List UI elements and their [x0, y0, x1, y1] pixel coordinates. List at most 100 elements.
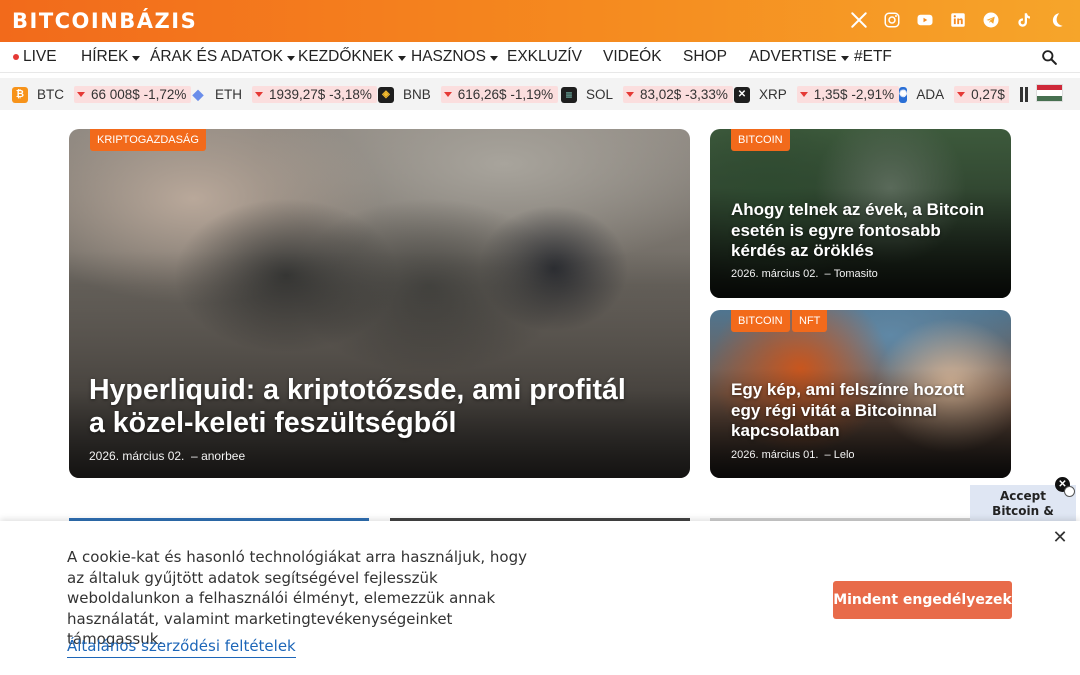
- cardano-icon: ✺: [899, 86, 908, 103]
- down-arrow-icon: [77, 92, 85, 97]
- nav-label: KEZDŐKNEK: [298, 48, 394, 65]
- ticker-item-xrp[interactable]: ✕ XRP 1,35$ -2,91%: [734, 85, 900, 104]
- ticker-price: 66 008$: [91, 87, 140, 102]
- chevron-down-icon: [132, 55, 141, 61]
- ticker-item-btc[interactable]: ₿ BTC 66 008$ -1,72%: [12, 85, 192, 104]
- ticker-symbol: BTC: [37, 87, 64, 102]
- ticker-change: 1939,27$ -3,18%: [252, 86, 377, 103]
- social-links: [848, 9, 1068, 31]
- ticker-change: 66 008$ -1,72%: [74, 86, 192, 103]
- nav-item-kezdoknek[interactable]: KEZDŐKNEK: [298, 48, 406, 66]
- chevron-down-icon: [840, 55, 849, 61]
- ticker-item-sol[interactable]: ≡ SOL 83,02$ -3,33%: [561, 85, 733, 104]
- youtube-icon[interactable]: [914, 9, 936, 31]
- ticker-percent: -3,18%: [329, 87, 372, 102]
- article-date: 2026. március 02.: [89, 449, 185, 463]
- ticker-price: 0,27$: [971, 87, 1005, 102]
- live-dot-icon: [13, 54, 19, 60]
- ticker-item-bnb[interactable]: ◈ BNB 616,26$ -1,19%: [378, 85, 559, 104]
- down-arrow-icon: [255, 92, 263, 97]
- nav-live[interactable]: LIVE: [13, 48, 57, 66]
- ticker-price: 1939,27$: [269, 87, 326, 102]
- article-meta: 2026. március 02. – anorbee: [89, 449, 246, 463]
- nav-item-videok[interactable]: VIDEÓK: [603, 48, 662, 66]
- dark-mode-icon[interactable]: [1046, 9, 1068, 31]
- chevron-down-icon: [489, 55, 498, 61]
- nav-item-shop[interactable]: SHOP: [683, 48, 727, 66]
- nav-item-hasznos[interactable]: HASZNOS: [411, 48, 498, 66]
- nav-item-etf[interactable]: #ETF: [854, 48, 892, 66]
- down-arrow-icon: [626, 92, 635, 97]
- cookie-banner: A cookie-kat és hasonló technológiákat a…: [0, 521, 1080, 675]
- down-arrow-icon: [443, 92, 452, 97]
- article-author[interactable]: Tomasito: [834, 268, 878, 280]
- category-badge[interactable]: BITCOIN: [731, 310, 790, 332]
- accept-all-button[interactable]: Mindent engedélyezek: [833, 581, 1012, 619]
- solana-icon: ≡: [561, 86, 577, 103]
- nav-item-advertise[interactable]: ADVERTISE: [749, 48, 849, 66]
- article-title[interactable]: Ahogy telnek az évek, a Bitcoin esetén i…: [731, 200, 996, 262]
- side-article-card[interactable]: BITCOIN Ahogy telnek az évek, a Bitcoin …: [710, 129, 1011, 298]
- tiktok-icon[interactable]: [1013, 9, 1035, 31]
- ticker-symbol: ADA: [916, 87, 945, 102]
- cookie-text: A cookie-kat és hasonló technológiákat a…: [67, 548, 528, 648]
- article-date: 2026. március 02.: [731, 268, 819, 280]
- nav-label: HASZNOS: [411, 48, 486, 65]
- ticker-change: 0,27$ -3: [954, 86, 1009, 103]
- nav-item-exkluziv[interactable]: EXKLUZÍV: [507, 48, 582, 66]
- chevron-down-icon: [397, 55, 406, 61]
- telegram-icon[interactable]: [980, 9, 1002, 31]
- ticker-item-ada[interactable]: ✺ ADA 0,27$ -3: [899, 85, 1009, 104]
- ticker-change: 83,02$ -3,33%: [623, 86, 733, 103]
- bitcoin-icon: ₿: [12, 86, 28, 103]
- category-badge[interactable]: KRIPTOGAZDASÁG: [90, 129, 206, 151]
- ticker-symbol: BNB: [403, 87, 431, 102]
- ticker-price: 1,35$: [813, 87, 848, 102]
- pause-icon[interactable]: [1020, 87, 1028, 102]
- nav-live-label: LIVE: [23, 48, 57, 65]
- article-title[interactable]: Egy kép, ami felszínre hozott egy régi v…: [731, 380, 996, 442]
- bnb-icon: ◈: [378, 86, 394, 103]
- nav-item-arak-es-adatok[interactable]: ÁRAK ÉS ADATOK: [150, 48, 295, 66]
- main-article-card[interactable]: KRIPTOGAZDASÁG Hyperliquid: a kriptotőzs…: [69, 129, 690, 478]
- site-logo[interactable]: BITCOINBÁZIS: [12, 9, 197, 33]
- ticker-percent: -2,91%: [851, 87, 895, 102]
- ticker-symbol: SOL: [586, 87, 614, 102]
- article-date: 2026. március 01.: [731, 449, 819, 461]
- nav-label: SHOP: [683, 48, 727, 65]
- close-icon[interactable]: ✕: [1052, 528, 1068, 546]
- ticker-change: 1,35$ -2,91%: [796, 86, 900, 103]
- nav-label: VIDEÓK: [603, 48, 662, 65]
- price-ticker: ₿ BTC 66 008$ -1,72% ◆ ETH 1939,27$ -3,1…: [0, 78, 1080, 110]
- article-author[interactable]: Lelo: [834, 449, 855, 461]
- info-icon[interactable]: [1064, 486, 1075, 497]
- main-nav: LIVE HÍREK ÁRAK ÉS ADATOK KEZDŐKNEK HASZ…: [0, 42, 1080, 73]
- nav-item-hirek[interactable]: HÍREK: [81, 48, 141, 66]
- x-icon[interactable]: [848, 9, 870, 31]
- instagram-icon[interactable]: [881, 9, 903, 31]
- ticker-price: 616,26$: [457, 87, 507, 102]
- nav-label: ADVERTISE: [749, 48, 837, 65]
- down-arrow-icon: [799, 92, 808, 97]
- category-badge[interactable]: BITCOIN: [731, 129, 790, 151]
- linkedin-icon[interactable]: [947, 9, 969, 31]
- terms-link[interactable]: Általános szerződési feltételek: [67, 637, 296, 658]
- article-meta: 2026. március 01. – Lelo: [731, 449, 855, 461]
- article-title[interactable]: Hyperliquid: a kriptotőzsde, ami profitá…: [89, 374, 649, 440]
- ethereum-icon: ◆: [192, 86, 204, 102]
- nav-label: EXKLUZÍV: [507, 48, 582, 65]
- side-article-card[interactable]: BITCOIN NFT Egy kép, ami felszínre hozot…: [710, 310, 1011, 478]
- article-author[interactable]: anorbee: [201, 449, 245, 463]
- ticker-price: 83,02$: [640, 87, 682, 102]
- article-meta: 2026. március 02. – Tomasito: [731, 268, 878, 280]
- ticker-item-eth[interactable]: ◆ ETH 1939,27$ -3,18%: [190, 85, 377, 104]
- nav-label: ÁRAK ÉS ADATOK: [150, 48, 283, 65]
- ticker-symbol: XRP: [759, 87, 787, 102]
- nav-label: HÍREK: [81, 48, 129, 65]
- ticker-symbol: ETH: [215, 87, 242, 102]
- hungarian-flag-icon[interactable]: [1036, 84, 1063, 102]
- search-icon[interactable]: [1041, 49, 1058, 66]
- nav-label: #ETF: [854, 48, 892, 65]
- category-badge[interactable]: NFT: [792, 310, 828, 332]
- down-arrow-icon: [957, 92, 966, 97]
